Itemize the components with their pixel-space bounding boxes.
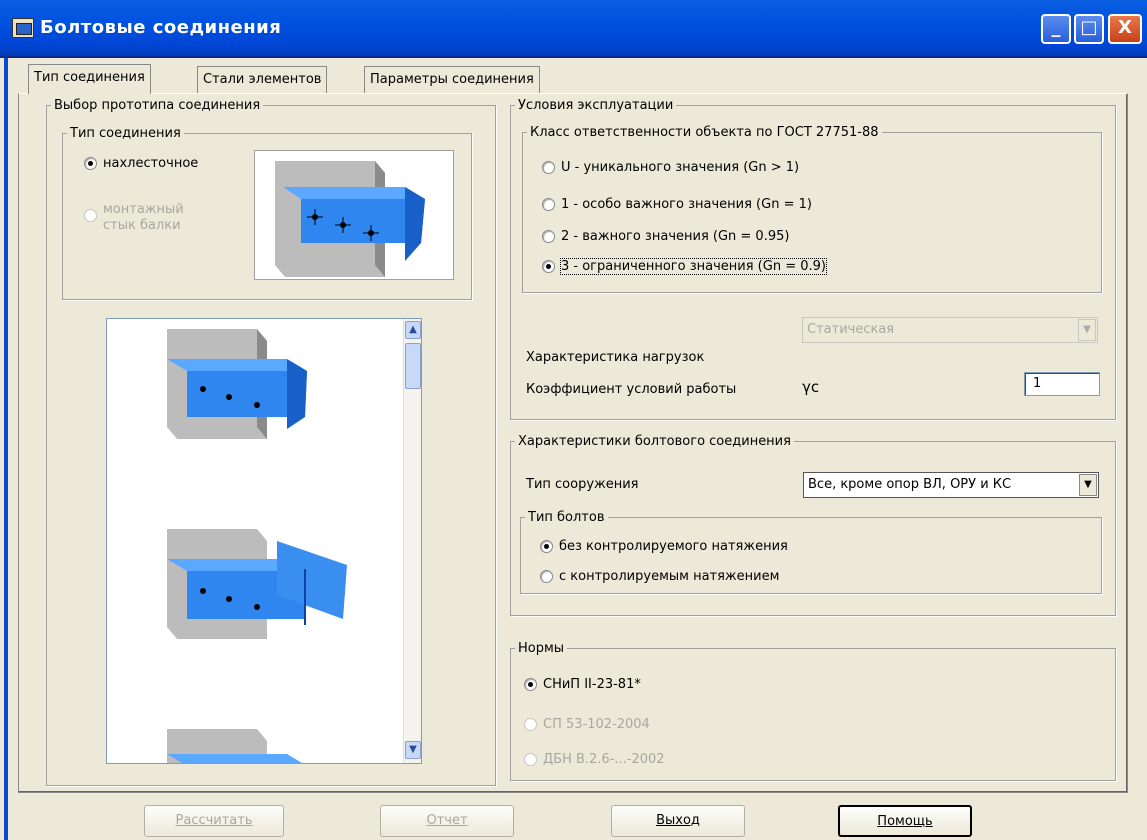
radio-dot[interactable] (84, 209, 97, 222)
radio-label: без контролируемого натяжения (559, 539, 788, 554)
radio-label: СП 53-102-2004 (543, 717, 650, 732)
radio-label: U - уникального значения (Gn > 1) (561, 160, 800, 175)
load-characteristic-select[interactable]: Статическая ▼ (802, 317, 1098, 343)
radio-class-2[interactable]: 2 - важного значения (Gn = 0.95) (542, 229, 789, 244)
report-button[interactable]: Отчет (380, 805, 514, 837)
prototype-thumbnails (167, 329, 347, 763)
radio-dot[interactable] (524, 678, 537, 691)
radio-dot[interactable] (542, 260, 555, 273)
dropdown-arrow-icon[interactable]: ▼ (1079, 474, 1097, 496)
radio-tension-control[interactable]: с контролируемым натяжением (540, 569, 779, 584)
radio-label: 3 - ограниченного значения (Gn = 0.9) (560, 258, 827, 275)
prototype-scrollbar[interactable]: ▲ ▼ (403, 319, 421, 763)
radio-label: СНиП II-23-81* (543, 677, 641, 692)
maximize-button[interactable]: □ (1074, 14, 1104, 44)
dropdown-arrow-icon[interactable]: ▼ (1078, 319, 1096, 341)
radio-label: с контролируемым натяжением (559, 569, 780, 584)
prototype-legend: Выбор прототипа соединения (54, 98, 261, 113)
load-characteristic-value: Статическая (807, 322, 895, 337)
work-coef-input[interactable]: 1 (1024, 372, 1100, 396)
radio-dot[interactable] (540, 540, 553, 553)
radio-label: монтажный стык балки (103, 202, 184, 233)
help-button[interactable]: Помощь (838, 805, 972, 837)
radio-label: нахлесточное (103, 156, 199, 171)
responsibility-class-legend: Класс ответственности объекта по ГОСТ 27… (530, 125, 879, 140)
scroll-up-icon[interactable]: ▲ (405, 321, 421, 339)
radio-beam-splice[interactable]: монтажный стык балки (84, 202, 184, 234)
radio-dot[interactable] (542, 230, 555, 243)
radio-dot[interactable] (84, 157, 97, 170)
radio-dot[interactable] (540, 570, 553, 583)
radio-snip[interactable]: СНиП II-23-81* (524, 677, 641, 692)
tab-element-steels[interactable]: Стали элементов (197, 66, 328, 93)
scroll-thumb[interactable] (405, 343, 421, 389)
calculate-button[interactable]: Рассчитать (144, 805, 284, 837)
radio-label: 2 - важного значения (Gn = 0.95) (561, 229, 790, 244)
gamma-c-symbol: γc (802, 378, 820, 396)
radio-dot[interactable] (542, 161, 555, 174)
radio-dbn[interactable]: ДБН В.2.6-...-2002 (524, 752, 665, 767)
window-title: Болтовые соединения (40, 17, 282, 38)
prototype-list[interactable]: ▲ ▼ (106, 318, 422, 764)
radio-class-3[interactable]: 3 - ограниченного значения (Gn = 0.9) (542, 258, 827, 275)
bolt-characteristics-legend: Характеристики болтового соединения (518, 434, 791, 449)
radio-class-1[interactable]: 1 - особо важного значения (Gn = 1) (542, 197, 812, 212)
radio-dot[interactable] (524, 718, 537, 731)
radio-class-u[interactable]: U - уникального значения (Gn > 1) (542, 160, 799, 175)
radio-label: ДБН В.2.6-...-2002 (543, 752, 665, 767)
minimize-button[interactable]: _ (1041, 14, 1071, 44)
radio-label: 1 - особо важного значения (Gn = 1) (561, 197, 812, 212)
structure-type-label: Тип сооружения (526, 477, 639, 492)
close-button[interactable]: X (1108, 14, 1142, 44)
tab-connection-params[interactable]: Параметры соединения (364, 66, 540, 93)
radio-dot[interactable] (524, 753, 537, 766)
radio-lap-joint[interactable]: нахлесточное (84, 156, 198, 171)
structure-type-select[interactable]: Все, кроме опор ВЛ, ОРУ и КС ▼ (803, 472, 1099, 498)
connection-preview-image (254, 150, 454, 280)
scroll-down-icon[interactable]: ▼ (405, 741, 421, 759)
radio-sp[interactable]: СП 53-102-2004 (524, 717, 650, 732)
radio-dot[interactable] (542, 198, 555, 211)
load-characteristic-label: Характеристика нагрузок (526, 350, 705, 365)
exit-button[interactable]: Выход (611, 805, 745, 837)
structure-type-value: Все, кроме опор ВЛ, ОРУ и КС (808, 477, 1012, 492)
tab-connection-type[interactable]: Тип соединения (28, 64, 151, 94)
radio-no-tension-control[interactable]: без контролируемого натяжения (540, 539, 788, 554)
conditions-legend: Условия эксплуатации (518, 98, 674, 113)
bolt-type-legend: Тип болтов (528, 510, 605, 525)
app-icon (12, 18, 34, 38)
work-coef-label: Коэффициент условий работы (526, 382, 737, 397)
norms-legend: Нормы (518, 641, 565, 656)
connection-type-legend: Тип соединения (70, 126, 181, 141)
